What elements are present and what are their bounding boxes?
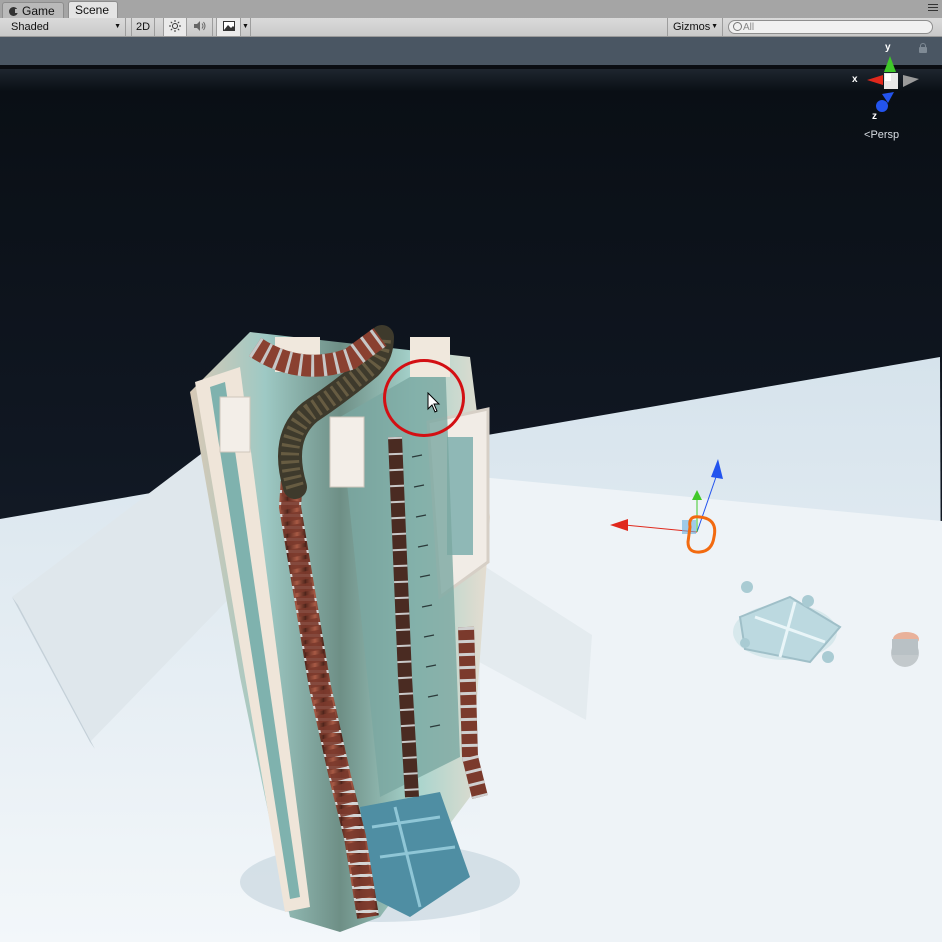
- dropdown-arrow-icon: ▼: [114, 23, 121, 30]
- click-highlight-ring: [383, 359, 465, 437]
- scene-effects-button[interactable]: [216, 18, 240, 36]
- shading-mode-dropdown[interactable]: Shaded ▼: [0, 18, 126, 36]
- effects-dropdown-arrow-icon[interactable]: ▼: [240, 18, 251, 36]
- y-axis-label: y: [885, 42, 891, 53]
- search-icon: [733, 22, 742, 31]
- axis-gizmo-icon: [867, 56, 919, 112]
- shading-mode-label: Shaded: [11, 21, 49, 33]
- image-effects-icon: [222, 21, 235, 31]
- panel-menu-icon[interactable]: [928, 4, 938, 14]
- gizmos-label: Gizmos: [673, 21, 711, 33]
- scene-audio-button[interactable]: [187, 18, 213, 36]
- z-axis-label: z: [872, 111, 877, 122]
- tab-scene[interactable]: Scene: [68, 1, 118, 19]
- tab-game[interactable]: Game: [2, 2, 64, 18]
- speaker-icon: [193, 21, 205, 31]
- tab-scene-label: Scene: [75, 3, 110, 17]
- lock-icon[interactable]: [919, 43, 927, 53]
- scene-toolbar: Shaded ▼ 2D ▼ Gizmos ▼: [0, 18, 942, 37]
- game-view-icon: [9, 7, 19, 16]
- projection-toggle[interactable]: <Persp: [864, 129, 899, 141]
- scene-lighting-button[interactable]: [163, 18, 187, 36]
- gizmos-dropdown[interactable]: Gizmos ▼: [667, 18, 723, 36]
- projection-label: Persp: [870, 129, 900, 141]
- 2d-toggle-button[interactable]: 2D: [131, 18, 155, 36]
- hierarchy-search-field[interactable]: [728, 20, 933, 34]
- search-input[interactable]: [743, 21, 923, 33]
- scene-orientation-gizmo[interactable]: y x z: [845, 42, 935, 139]
- x-axis-label: x: [852, 74, 858, 85]
- scene-viewport[interactable]: y x z <Persp: [0, 37, 942, 942]
- mouse-cursor-icon: [427, 392, 441, 413]
- window-tab-bar: Game Scene: [0, 0, 942, 19]
- dropdown-arrow-icon: ▼: [711, 23, 718, 30]
- scene-render: [0, 37, 942, 942]
- tab-game-label: Game: [22, 4, 55, 18]
- small-prop: [891, 632, 919, 667]
- sun-icon: [169, 20, 181, 32]
